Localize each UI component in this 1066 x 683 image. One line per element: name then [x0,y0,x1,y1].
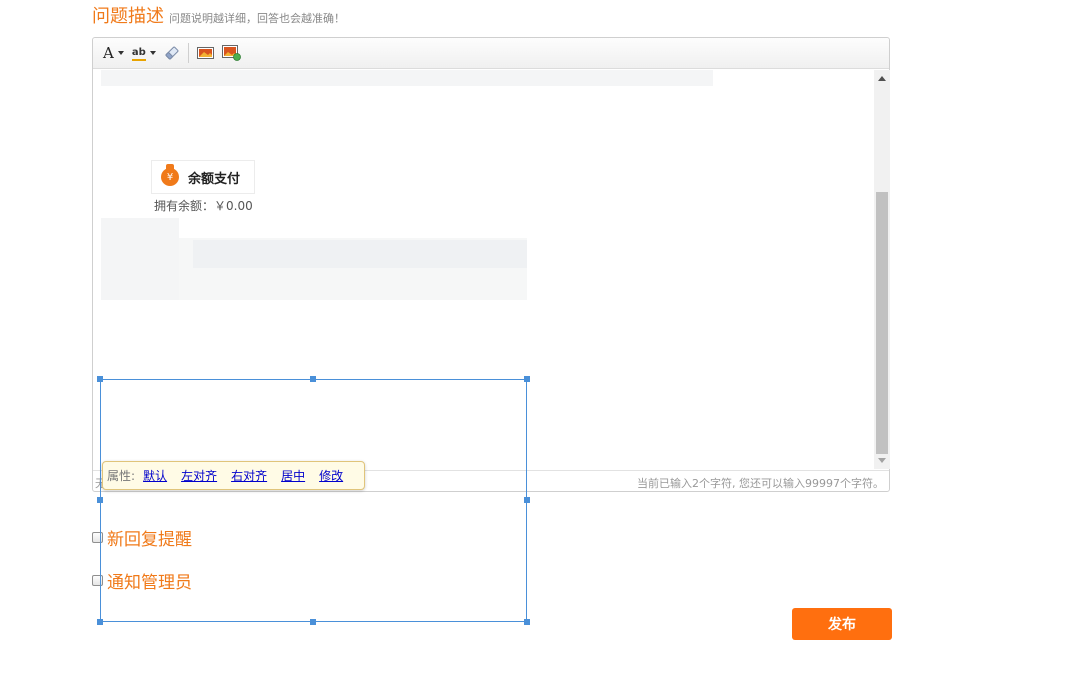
blurred-block [101,70,713,86]
edit-image-link[interactable]: 修改 [319,467,343,484]
image-button[interactable] [196,43,214,63]
align-center-link[interactable]: 居中 [281,467,305,484]
resize-handle-s[interactable] [310,619,316,625]
toolbar-divider [187,43,189,63]
image-selection-box[interactable] [97,376,530,625]
publish-button[interactable]: 发布 [792,608,892,640]
scroll-up-icon[interactable] [878,76,886,81]
resize-handle-se[interactable] [524,619,530,625]
section-title: 问题描述 [92,6,164,27]
resize-handle-n[interactable] [310,376,316,382]
highlight-icon: ab [131,47,146,61]
resize-handle-ne[interactable] [524,376,530,382]
font-color-icon: A [103,43,114,62]
align-right-link[interactable]: 右对齐 [231,467,267,484]
eraser-icon [165,46,179,60]
blurred-block [193,240,527,268]
editor-scrollbar[interactable] [874,70,890,469]
section-header: 问题描述 问题说明越详细，回答也会越准确！ [92,2,345,28]
property-label: 属性: [107,469,136,483]
clear-format-button[interactable] [164,43,180,63]
resize-handle-nw[interactable] [97,376,103,382]
balance-payment-title: 余额支付 [188,171,241,187]
font-color-button[interactable]: A [103,43,124,63]
chevron-down-icon [149,51,156,55]
blurred-block [101,218,179,300]
editor-toolbar: A ab [93,38,889,69]
scroll-down-icon[interactable] [878,458,886,463]
insert-image-button[interactable] [221,43,241,63]
balance-amount: 拥有余额：￥0.00 [154,199,253,213]
resize-handle-e[interactable] [524,497,530,503]
image-icon [196,47,214,59]
money-bag-icon: ¥ [161,164,179,186]
char-count-text: 当前已输入2个字符, 您还可以输入99997个字符。 [637,477,884,490]
highlight-button[interactable]: ab [131,43,156,63]
section-hint: 问题说明越详细，回答也会越准确！ [169,12,345,25]
scroll-thumb[interactable] [876,192,888,454]
insert-image-icon [221,45,241,61]
balance-payment-card: ¥ 余额支付 [151,160,255,194]
align-default-link[interactable]: 默认 [143,467,167,484]
chevron-down-icon [117,51,124,55]
align-left-link[interactable]: 左对齐 [181,467,217,484]
resize-handle-w[interactable] [97,497,103,503]
image-property-popup: 属性: 默认 左对齐 右对齐 居中 修改 [102,461,365,490]
resize-handle-sw[interactable] [97,619,103,625]
